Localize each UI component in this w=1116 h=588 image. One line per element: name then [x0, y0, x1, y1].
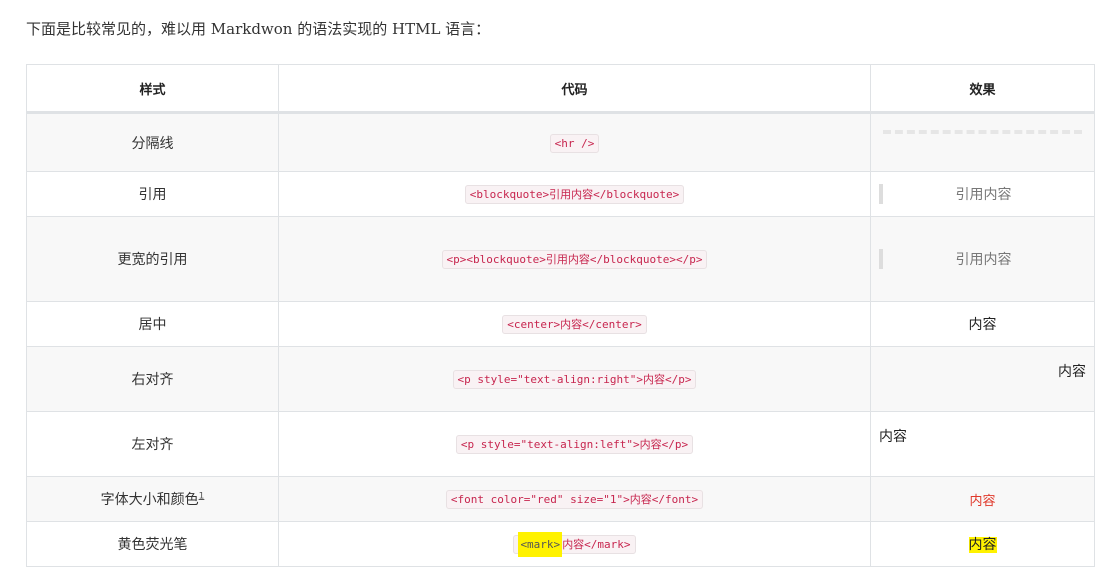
style-text: 字体大小和颜色	[100, 492, 199, 508]
code-snippet: <center>内容</center>	[502, 315, 647, 334]
row-effect: 内容	[870, 301, 1095, 347]
row-code: <p style="text-align:left">内容</p>	[278, 411, 871, 477]
row-code: <blockquote>引用内容</blockquote>	[278, 171, 871, 217]
row-code: <hr />	[278, 112, 871, 172]
table-row: 字体大小和颜色1 <font color="red" size="1">内容</…	[26, 476, 1095, 522]
row-style-label: 字体大小和颜色1	[26, 476, 279, 522]
row-style-label: 黄色荧光笔	[26, 521, 279, 567]
quote-text: 引用内容	[955, 187, 1012, 203]
footnote-link[interactable]: 1	[199, 491, 205, 501]
row-code: <center>内容</center>	[278, 301, 871, 347]
blockquote-preview: 引用内容	[879, 184, 1084, 204]
row-code: <p style="text-align:right">内容</p>	[278, 346, 871, 412]
row-style-label: 引用	[26, 171, 279, 217]
code-snippet: <font color="red" size="1">内容</font>	[445, 490, 704, 509]
html-syntax-table: 样式 代码 效果 分隔线 <hr /> 引用 <blockquote>引用内容<…	[26, 64, 1095, 567]
row-code: <p><blockquote>引用内容</blockquote></p>	[278, 216, 871, 302]
row-effect: 内容	[870, 411, 1095, 477]
table-row: 左对齐 <p style="text-align:left">内容</p> 内容	[26, 411, 1095, 477]
row-style-label: 更宽的引用	[26, 216, 279, 302]
row-effect: 内容	[870, 346, 1095, 412]
code-snippet: <blockquote>引用内容</blockquote>	[464, 185, 685, 204]
header-effect: 效果	[870, 64, 1095, 114]
table-row: 引用 <blockquote>引用内容</blockquote> 引用内容	[26, 171, 1095, 217]
code-snippet: <p style="text-align:right">内容</p>	[452, 370, 697, 389]
row-style-label: 左对齐	[26, 411, 279, 477]
table-row: 黄色荧光笔 <mark> 内容</mark> 内容	[26, 521, 1095, 567]
row-code: <font color="red" size="1">内容</font>	[278, 476, 871, 522]
code-snippet: <mark> 内容</mark>	[513, 532, 636, 557]
table-row: 右对齐 <p style="text-align:right">内容</p> 内…	[26, 346, 1095, 412]
intro-paragraph: 下面是比较常见的，难以用 Markdwon 的语法实现的 HTML 语言：	[26, 20, 491, 38]
code-snippet: <p><blockquote>引用内容</blockquote></p>	[441, 250, 708, 269]
right-aligned-text: 内容	[1058, 364, 1086, 380]
left-aligned-text: 内容	[879, 429, 907, 445]
code-rest: 内容</mark>	[562, 538, 631, 551]
code-snippet: <p style="text-align:left">内容</p>	[455, 435, 694, 454]
row-style-label: 右对齐	[26, 346, 279, 412]
table-row: 分隔线 <hr />	[26, 112, 1095, 172]
row-style-label: 居中	[26, 301, 279, 347]
table-row: 居中 <center>内容</center> 内容	[26, 301, 1095, 347]
row-effect: 内容	[870, 521, 1095, 567]
table-row: 更宽的引用 <p><blockquote>引用内容</blockquote></…	[26, 216, 1095, 302]
highlighted-text: 内容	[968, 537, 997, 553]
dashed-divider	[883, 130, 1082, 134]
code-mark-highlight: <mark>	[518, 532, 563, 557]
table-header-row: 样式 代码 效果	[26, 64, 1095, 114]
row-effect	[870, 112, 1095, 172]
row-effect: 内容	[870, 476, 1095, 522]
code-snippet: <hr />	[549, 133, 600, 153]
header-code: 代码	[278, 64, 871, 114]
row-style-label: 分隔线	[26, 112, 279, 172]
row-effect: 引用内容	[870, 171, 1095, 217]
header-style: 样式	[26, 64, 279, 114]
row-code: <mark> 内容</mark>	[278, 521, 871, 567]
row-effect: 引用内容	[870, 216, 1095, 302]
blockquote-preview: 引用内容	[879, 249, 1084, 269]
quote-text: 引用内容	[955, 252, 1012, 268]
